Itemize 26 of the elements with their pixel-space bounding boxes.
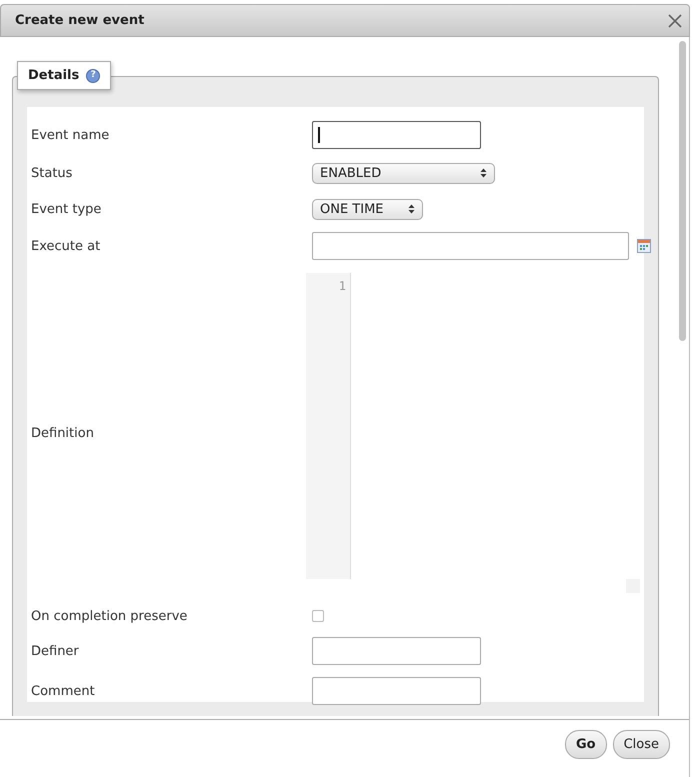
field-label: On completion preserve [31, 608, 188, 624]
dialog-button[interactable]: Close [612, 730, 670, 759]
field-label: Definition [31, 426, 95, 440]
input-field[interactable] [312, 677, 481, 705]
dialog-title: Create new event [15, 13, 144, 28]
field-label: Status [31, 166, 74, 180]
line-number: 1 [338, 279, 346, 293]
scrollbar[interactable] [679, 41, 686, 341]
field-label: Comment [31, 684, 96, 698]
dialog-button[interactable]: Go [564, 730, 607, 759]
field-label: Definer [31, 644, 80, 658]
field-label: Event type [31, 202, 102, 216]
input-field[interactable] [312, 232, 629, 260]
tab-label: Details [28, 68, 80, 83]
calendar-icon[interactable] [637, 239, 651, 253]
field-label: Event name [31, 128, 110, 142]
updown-arrows-icon [480, 168, 487, 178]
checkbox[interactable] [312, 610, 324, 622]
select-dropdown[interactable]: ENABLED [312, 162, 495, 184]
updown-arrows-icon [408, 204, 415, 214]
input-field[interactable] [312, 121, 481, 149]
close-icon[interactable] [667, 12, 683, 28]
field-label: Execute at [31, 238, 102, 254]
details-tab[interactable]: Details ? [17, 61, 112, 90]
input-field[interactable] [312, 637, 481, 665]
select-dropdown[interactable]: ONE TIME [312, 198, 423, 220]
